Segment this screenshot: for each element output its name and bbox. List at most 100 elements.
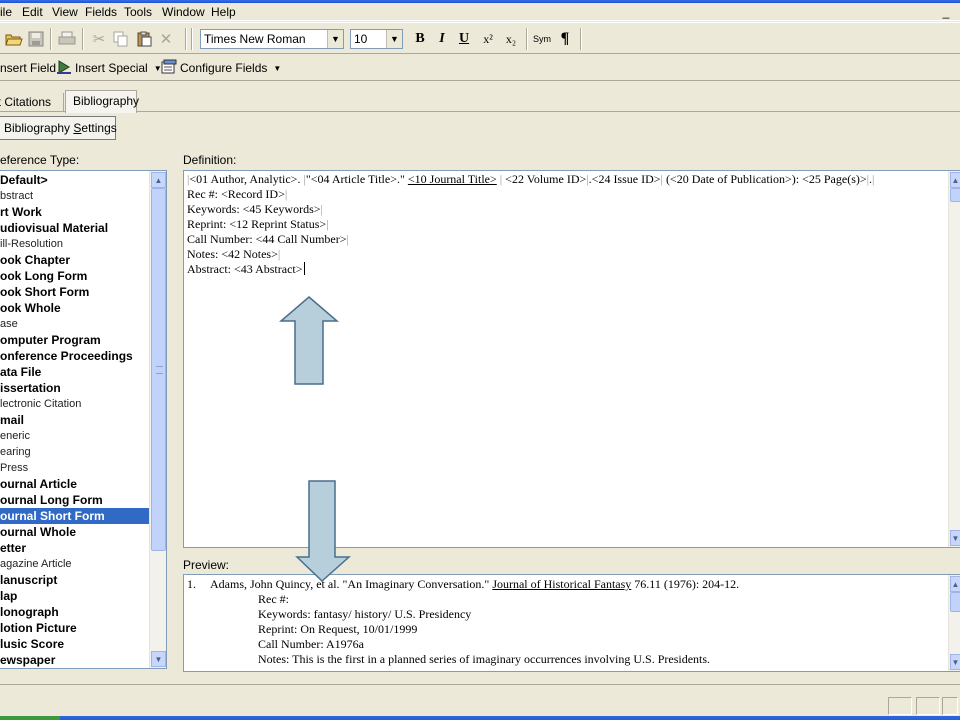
status-bar (0, 684, 960, 717)
reference-type-item[interactable]: omputer Program (0, 332, 149, 348)
reference-type-item[interactable]: etter (0, 540, 149, 556)
reference-type-item[interactable]: ook Long Form (0, 268, 149, 284)
menu-window[interactable]: Window (162, 4, 205, 20)
reference-type-item[interactable]: ase (0, 316, 149, 332)
menu-help[interactable]: Help (211, 4, 236, 20)
paragraph-mark-button[interactable]: ¶ (554, 28, 576, 50)
save-icon[interactable] (25, 28, 47, 50)
style-tabs: Text Citations Bibliography (0, 88, 960, 113)
reference-type-item[interactable]: lonograph (0, 604, 149, 620)
reference-type-item[interactable]: ournal Long Form (0, 492, 149, 508)
definition-line: Rec #: <Record ID>| (187, 187, 288, 201)
bibliography-settings-button[interactable]: Bibliography Settings (0, 116, 117, 140)
menu-view[interactable]: View (52, 4, 78, 20)
reference-type-item[interactable]: lusic Score (0, 636, 149, 652)
reference-list-scrollbar[interactable]: ▲ ▼ (149, 171, 166, 668)
menu-file[interactable]: ile (0, 4, 12, 20)
reference-type-item[interactable]: lotion Picture (0, 620, 149, 636)
font-name-combo[interactable]: Times New Roman ▼ (200, 29, 344, 49)
insert-special-button[interactable]: Insert Special ▼ (56, 59, 162, 77)
scroll-down-button[interactable]: ▼ (151, 651, 166, 667)
reference-type-item[interactable]: lectronic Citation (0, 396, 149, 412)
reference-type-item[interactable]: ournal Short Form (0, 508, 149, 524)
chevron-down-icon[interactable]: ▼ (327, 30, 343, 48)
reference-type-item[interactable]: ook Short Form (0, 284, 149, 300)
preview-line: Notes: This is the first in a planned se… (258, 652, 711, 666)
reference-type-item[interactable]: lanuscript (0, 572, 149, 588)
reference-type-item[interactable]: mail (0, 412, 149, 428)
copy-icon[interactable] (110, 28, 132, 50)
toolbar-separator (50, 28, 52, 50)
field-toolbar: nsert Field Insert Special ▼ Configure F… (0, 55, 960, 81)
cut-icon[interactable]: ✂ (88, 28, 110, 50)
bold-button[interactable]: B (409, 28, 431, 50)
definition-line-text: Notes: <42 Notes> (187, 247, 278, 261)
definition-scrollbar[interactable]: ▲ ▼ (948, 171, 960, 547)
print-icon[interactable] (56, 28, 78, 50)
scroll-up-button[interactable]: ▲ (950, 576, 960, 592)
scroll-thumb[interactable] (151, 188, 166, 551)
scroll-thumb[interactable] (950, 188, 960, 202)
reference-type-item[interactable]: issertation (0, 380, 149, 396)
reference-type-item[interactable]: onference Proceedings (0, 348, 149, 364)
reference-type-item[interactable]: eneric (0, 428, 149, 444)
underline-button[interactable]: U (453, 28, 475, 50)
font-name-value: Times New Roman (204, 32, 306, 46)
field-volume: <22 Volume ID> (502, 172, 587, 186)
reference-type-item[interactable]: earing (0, 444, 149, 460)
reference-type-item[interactable]: lap (0, 588, 149, 604)
preview-entry-number: 1. (187, 577, 196, 591)
reference-type-item[interactable]: ill-Resolution (0, 236, 149, 252)
scroll-down-button[interactable]: ▼ (950, 530, 960, 546)
insert-field-button[interactable]: nsert Field (0, 59, 56, 77)
field-author: <01 Author, Analytic> (189, 172, 298, 186)
reference-type-item[interactable]: ata File (0, 364, 149, 380)
menu-edit[interactable]: Edit (22, 4, 43, 20)
reference-type-list[interactable]: Default> bstract rt Work udiovisual Materia… (0, 170, 167, 669)
status-panel (942, 697, 958, 715)
definition-line-text: Abstract: <43 Abstract> (187, 262, 303, 276)
reference-type-item[interactable]: agazine Article (0, 556, 149, 572)
toolbar-separator (526, 28, 528, 50)
font-size-combo[interactable]: 10 ▼ (350, 29, 403, 49)
italic-button[interactable]: I (431, 28, 453, 50)
scroll-up-button[interactable]: ▲ (950, 172, 960, 188)
reference-type-item[interactable]: ook Whole (0, 300, 149, 316)
open-folder-icon[interactable] (3, 28, 25, 50)
window-minimize-button[interactable]: _ (940, 5, 952, 19)
text-caret (303, 262, 305, 275)
reference-type-item[interactable]: Press (0, 460, 149, 476)
preview-journal: Journal of Historical Fantasy (492, 577, 632, 591)
reference-type-item[interactable]: ewspaper (0, 652, 149, 668)
configure-fields-button[interactable]: Configure Fields ▼ (161, 59, 281, 77)
definition-line: Abstract: <43 Abstract> (187, 262, 305, 277)
preview-line: Rec #: (258, 592, 289, 606)
preview-volume-pages: 76.11 (1976): 204-12. (631, 577, 740, 591)
status-panel (916, 697, 940, 715)
tab-bibliography[interactable]: Bibliography (65, 90, 139, 113)
menu-fields[interactable]: Fields (85, 4, 117, 20)
reference-type-item[interactable]: Default> (0, 172, 149, 188)
symbol-button[interactable]: Sym (531, 28, 553, 50)
reference-type-item[interactable]: ook Chapter (0, 252, 149, 268)
chevron-down-icon[interactable]: ▼ (386, 30, 402, 48)
subscript-button[interactable]: x₂ (500, 28, 522, 50)
reference-type-item[interactable]: ournal Article (0, 476, 149, 492)
scroll-down-button[interactable]: ▼ (950, 654, 960, 670)
reference-type-item[interactable]: rt Work (0, 204, 149, 220)
scroll-up-button[interactable]: ▲ (151, 172, 166, 188)
preview-scrollbar[interactable]: ▲ ▼ (948, 575, 960, 671)
reference-type-item[interactable]: ournal Whole (0, 524, 149, 540)
tab-text-citations[interactable]: Text Citations (0, 93, 64, 112)
definition-line-text: Reprint: <12 Reprint Status> (187, 217, 327, 231)
scroll-thumb[interactable] (950, 592, 960, 612)
superscript-button[interactable]: x² (477, 28, 499, 50)
paste-icon[interactable] (133, 28, 155, 50)
start-button[interactable] (0, 716, 60, 720)
reference-type-item[interactable]: bstract (0, 188, 149, 204)
toolbar-separator (580, 28, 582, 50)
clear-icon[interactable]: ✕ (155, 28, 177, 50)
preview-line: Call Number: A1976a (258, 637, 364, 651)
reference-type-item[interactable]: udiovisual Material (0, 220, 149, 236)
menu-tools[interactable]: Tools (124, 4, 152, 20)
